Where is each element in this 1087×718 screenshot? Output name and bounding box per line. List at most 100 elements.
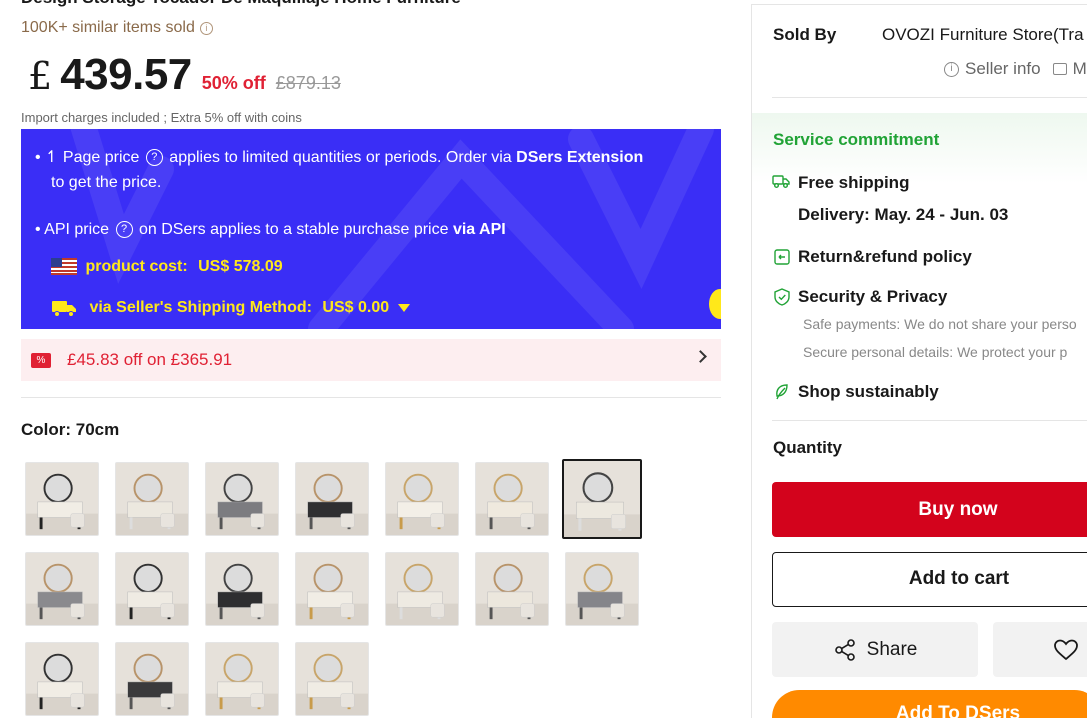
dsers-line2-b: on DSers applies to a stable purchase pr… (138, 221, 449, 238)
color-swatch[interactable] (295, 552, 369, 626)
shipping-method-label: via Seller's Shipping Method: (89, 299, 312, 316)
color-swatch[interactable] (295, 642, 369, 716)
swatch-image (116, 643, 188, 715)
color-swatch[interactable] (475, 552, 549, 626)
help-icon[interactable]: ? (145, 149, 163, 167)
color-swatch[interactable] (295, 462, 369, 536)
us-flag-icon (51, 258, 77, 276)
swatch-image (206, 643, 278, 715)
free-shipping-title: Free shipping (798, 173, 910, 192)
store-name-link[interactable]: OVOZI Furniture Store(Tra (882, 25, 1084, 45)
right-panel-top-border (751, 4, 1087, 5)
color-swatch[interactable] (385, 552, 459, 626)
color-swatch[interactable] (205, 462, 279, 536)
divider (21, 397, 721, 398)
color-swatch[interactable] (562, 459, 642, 539)
product-cost-value: US$ 578.09 (198, 258, 283, 275)
swatch-image (566, 553, 638, 625)
return-policy-title[interactable]: Return&refund policy (798, 247, 972, 267)
add-to-cart-label: Add to cart (908, 568, 1010, 589)
add-to-dsers-button[interactable]: Add To DSers (772, 690, 1087, 718)
share-button[interactable]: Share (772, 622, 978, 677)
safe-payments-text: Safe payments: We do not share your pers… (803, 316, 1077, 332)
buy-now-label: Buy now (918, 499, 998, 520)
secure-details-text: Secure personal details: We protect your… (803, 344, 1068, 360)
color-swatch[interactable] (565, 552, 639, 626)
sold-count: 100K+ similar items sold i (21, 19, 213, 37)
swatch-image (386, 463, 458, 535)
coupon-bar[interactable]: % £45.83 off on £365.91 (21, 339, 721, 381)
divider (772, 420, 1087, 421)
color-swatch[interactable] (205, 642, 279, 716)
dsers-api-price-line: • API price ? on DSers applies to a stab… (35, 217, 715, 242)
swatch-image (116, 553, 188, 625)
chevron-right-icon (694, 350, 707, 363)
return-icon (774, 249, 790, 265)
swatch-image (296, 553, 368, 625)
price-row: £ 439.57 50% off £879.13 (28, 50, 341, 100)
info-icon: i (944, 61, 959, 77)
delivery-dates: Delivery: May. 24 - Jun. 03 (798, 205, 1009, 224)
dsers-page-price-line: • ↿ Page price ? applies to limited quan… (35, 145, 715, 195)
sold-by-label: Sold By (773, 25, 837, 44)
share-icon (834, 638, 855, 661)
swatch-image (296, 643, 368, 715)
product-cost-line: product cost: US$ 578.09 (51, 254, 283, 279)
seller-info-text: Seller info (965, 59, 1041, 78)
swatch-image (476, 553, 548, 625)
color-swatch[interactable] (115, 642, 189, 716)
message-text[interactable]: M (1073, 59, 1087, 79)
sustainable-title[interactable]: Shop sustainably (798, 382, 939, 402)
heart-icon (1054, 639, 1078, 661)
color-swatch[interactable] (385, 462, 459, 536)
security-title[interactable]: Security & Privacy (798, 287, 947, 307)
buy-now-button[interactable]: Buy now (772, 482, 1087, 537)
shipping-method-line[interactable]: via Seller's Shipping Method: US$ 0.00 (51, 295, 410, 320)
swatch-image (206, 463, 278, 535)
message-icon[interactable] (1052, 63, 1067, 75)
dsers-line1-b: applies to limited quantities or periods… (169, 149, 512, 166)
chevron-down-icon[interactable] (397, 303, 410, 312)
color-label: Color: 70cm (21, 420, 120, 439)
divider (772, 97, 1087, 98)
product-cost-label: product cost: (85, 258, 188, 275)
color-swatch[interactable] (25, 552, 99, 626)
color-swatch[interactable] (115, 552, 189, 626)
help-icon[interactable]: ? (115, 221, 133, 239)
dsers-panel: • ↿ Page price ? applies to limited quan… (21, 129, 721, 329)
truck-icon (772, 175, 790, 188)
seller-info-link[interactable]: i Seller info M (944, 59, 1087, 79)
add-to-cart-button[interactable]: Add to cart (772, 552, 1087, 607)
dsers-line2-a: • API price (35, 221, 110, 238)
swatch-image (564, 461, 640, 537)
coupon-icon: % (31, 352, 51, 368)
swatch-image (26, 463, 98, 535)
color-swatch[interactable] (475, 462, 549, 536)
dsers-line1-c: to get the price. (51, 174, 162, 191)
swatch-image (296, 463, 368, 535)
info-icon[interactable]: i (199, 21, 213, 35)
swatch-image (386, 553, 458, 625)
dsers-line1-a: • ↿ Page price (35, 149, 140, 166)
truck-icon (52, 300, 76, 317)
swatch-image (26, 553, 98, 625)
price-currency: £ (28, 54, 53, 98)
color-swatch[interactable] (25, 642, 99, 716)
color-swatch[interactable] (25, 462, 99, 536)
discount-badge: 50% off (201, 73, 266, 93)
shield-icon (774, 288, 790, 306)
swatch-image (206, 553, 278, 625)
dsers-extension-text[interactable]: DSers Extension (516, 149, 643, 166)
coupon-text: £45.83 off on £365.91 (67, 350, 233, 369)
service-title: Service commitment (773, 130, 940, 149)
import-note: Import charges included ; Extra 5% off w… (21, 110, 302, 125)
color-swatch[interactable] (115, 462, 189, 536)
shipping-cost-value: US$ 0.00 (322, 299, 390, 316)
swatch-image (26, 643, 98, 715)
color-swatch[interactable] (205, 552, 279, 626)
leaf-icon (776, 384, 788, 400)
sold-count-text: 100K+ similar items sold (21, 19, 195, 36)
wishlist-button[interactable] (993, 622, 1087, 677)
swatch-image (116, 463, 188, 535)
product-title: Design Storage Tocador De Maquillaje Hom… (21, 0, 461, 8)
